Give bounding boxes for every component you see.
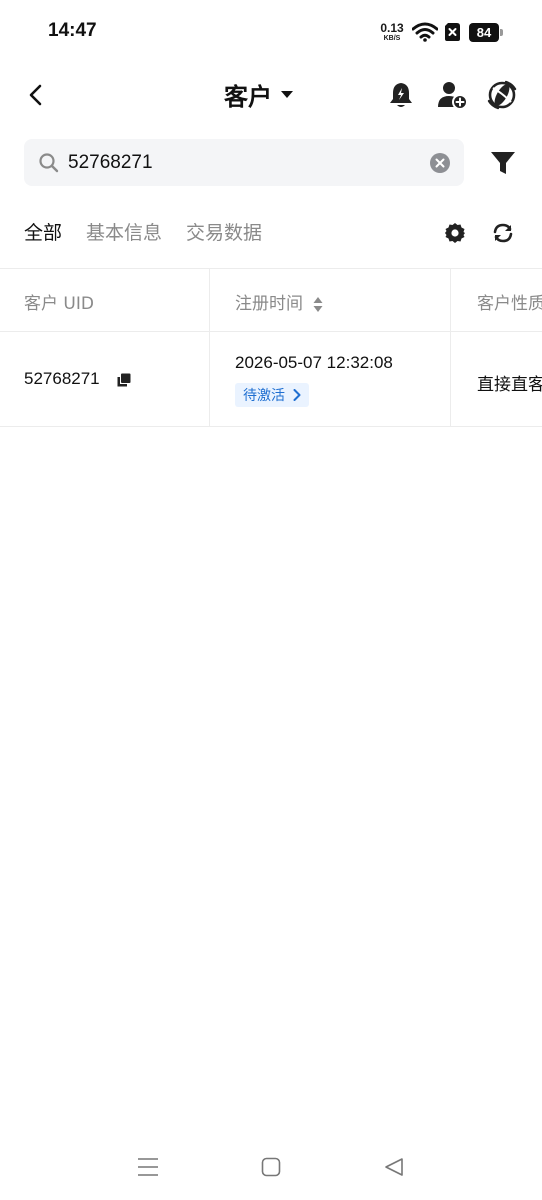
network-speed-value: 0.13 [380, 21, 404, 35]
network-speed-unit: KB/S [383, 35, 401, 42]
customer-nature: 直接直客 [477, 375, 542, 395]
status-badge-label: 待激活 [243, 388, 285, 404]
column-header-nature: 客户性质 [477, 294, 542, 314]
column-divider [209, 269, 210, 331]
table-row[interactable]: 52768271 2026-05-07 12:32:08 待激活 直接直客 [0, 332, 542, 427]
status-badge[interactable]: 待激活 [235, 383, 309, 407]
tab-basic-info[interactable]: 基本信息 [86, 218, 162, 250]
back-triangle-icon[interactable] [384, 1157, 404, 1177]
customer-table: 客户 UID 注册时间 客户性质 52768271 2026-05-07 12:… [0, 268, 542, 427]
no-sim-icon [445, 23, 460, 41]
column-header-register-time-label: 注册时间 [235, 294, 303, 314]
copy-icon[interactable] [117, 373, 131, 387]
sort-icon [313, 296, 323, 312]
battery-tip [500, 29, 503, 36]
search-icon [39, 153, 59, 173]
tab-trade-data[interactable]: 交易数据 [186, 218, 262, 250]
register-time: 2026-05-07 12:32:08 [235, 353, 393, 372]
wifi-icon [412, 22, 438, 42]
battery-indicator: 84 [469, 23, 499, 42]
column-divider [450, 332, 451, 426]
globe-icon[interactable] [486, 79, 518, 111]
clear-icon[interactable] [430, 153, 450, 173]
network-speed: 0.13 KB/S [378, 22, 406, 42]
system-nav-bar [0, 1140, 542, 1200]
customer-uid: 52768271 [24, 369, 100, 388]
page-title: 客户 [224, 82, 272, 111]
chevron-right-icon [293, 389, 301, 401]
bell-icon[interactable] [386, 80, 416, 110]
search-bar [24, 139, 464, 186]
status-time: 14:47 [48, 20, 97, 41]
column-divider [209, 332, 210, 426]
caret-down-icon [281, 91, 293, 98]
column-header-register-time[interactable]: 注册时间 [235, 289, 323, 314]
tab-bar: 全部 基本信息 交易数据 [24, 218, 286, 250]
filter-icon[interactable] [490, 150, 516, 176]
title-dropdown[interactable]: 客户 [224, 78, 293, 111]
add-user-icon[interactable] [436, 80, 468, 110]
back-icon[interactable] [24, 82, 50, 108]
home-icon[interactable] [261, 1157, 281, 1177]
settings-icon[interactable] [444, 222, 466, 244]
table-header-row: 客户 UID 注册时间 客户性质 [0, 268, 542, 332]
status-bar: 14:47 0.13 KB/S 84 [0, 0, 542, 66]
refresh-icon[interactable] [491, 221, 515, 245]
tab-all[interactable]: 全部 [24, 218, 62, 250]
app-header: 客户 [0, 66, 542, 124]
column-divider [450, 269, 451, 331]
column-header-uid: 客户 UID [24, 294, 94, 314]
menu-icon[interactable] [137, 1157, 159, 1177]
search-input[interactable] [68, 139, 418, 186]
